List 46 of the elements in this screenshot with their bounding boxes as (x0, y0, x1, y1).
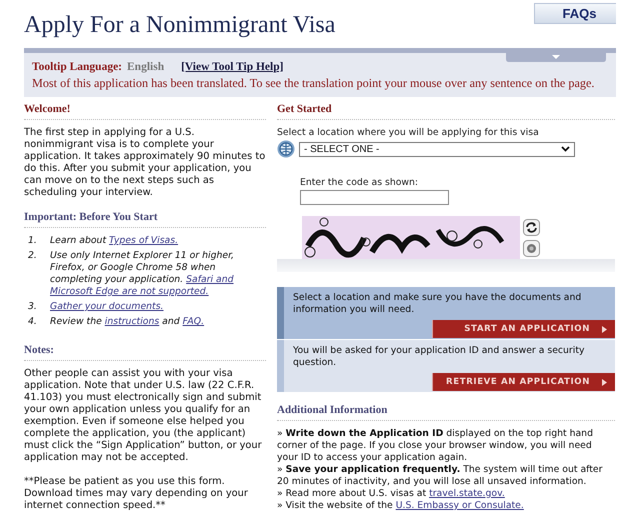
step-text: Use only Internet Explorer 11 or higher, Firefox, or Google Chrome 58 when completing your application. Safari and Microsoft Edge are not supported. (50, 250, 236, 298)
start-application-button[interactable]: START AN APPLICATION (432, 320, 615, 338)
link[interactable]: Safari and (186, 274, 234, 285)
tooltip-language: English (127, 61, 164, 73)
panel-text: Select a location and make sure you have the documents and information you will need. (293, 292, 582, 316)
link[interactable]: FAQ. (182, 316, 204, 327)
location-label: Select a location where you will be applying for this visa (277, 127, 540, 139)
translation-message: Most of this application has been translated. To see the translation point your mouse over any sentence on the page. (32, 76, 596, 91)
refresh-icon[interactable] (523, 219, 540, 236)
link[interactable]: travel.state.gov. (429, 488, 505, 499)
location-select[interactable]: - SELECT ONE - (299, 142, 575, 156)
step-number: 4. (28, 316, 38, 328)
caret-icon (602, 378, 607, 386)
page-title: Apply For a Nonimmigrant Visa (24, 12, 336, 39)
link[interactable]: instructions (104, 316, 160, 327)
caret-icon (602, 326, 607, 332)
tool-tip-help-link[interactable]: [View Tool Tip Help] (181, 61, 284, 73)
code-label: Enter the code as shown: (300, 177, 420, 189)
info-line: » Read more about U.S. visas at travel.state.gov. (277, 488, 506, 500)
chevron-down-icon (561, 146, 570, 152)
step-number: 3. (28, 301, 38, 313)
info-paragraph: » Save your application frequently. The system will time out after 20 minutes of inactivity, and you will lose all unsaved information. (277, 464, 604, 488)
section-heading: Additional Information (277, 404, 388, 418)
paragraph: Other people can assist you with your visa application. Note that under U.S. law (22 C.F.R. 41.103) you must electronically sign and submit your own application unless you qualify for an exemption. Even if someone else helped you complete the application, you (the applicant) must click the “Sign Application” button, or your application may not be accepted. (24, 368, 263, 464)
section-heading: Welcome! (24, 103, 72, 117)
step-text: Learn about Types of Visas. (50, 235, 178, 247)
link[interactable]: U.S. Embassy or Consulate. (396, 500, 524, 511)
link[interactable]: Microsoft Edge are not supported. (50, 286, 209, 297)
info-paragraph: » Write down the Application ID displayed on the top right hand corner of the page. If you close your browser window, you will need your ID to access your application again. (277, 428, 594, 464)
tooltip-language-label: Tooltip Language: (32, 61, 122, 73)
paragraph: The first step in applying for a U.S. nonimmigrant visa is to complete your application. It takes approximately 90 minutes to do this. After you submit your application, you can move on to the next steps such as scheduling your interview. (24, 127, 266, 199)
section-heading: Get Started (277, 103, 333, 117)
section-heading: Important: Before You Start (24, 211, 159, 225)
globe-icon (277, 140, 295, 158)
code-input-field[interactable] (300, 190, 449, 205)
step-text: Review the instructions and FAQ. (50, 316, 204, 328)
faqs-button[interactable]: FAQs (534, 3, 616, 24)
section-heading: Notes: (24, 344, 55, 358)
info-line: » Visit the website of the U.S. Embassy or Consulate. (277, 500, 525, 512)
link[interactable]: Types of Visas. (109, 235, 178, 246)
retrieve-application-button[interactable]: RETRIEVE AN APPLICATION (432, 373, 615, 391)
panel-text: You will be asked for your application ID and answer a security question. (293, 345, 586, 369)
step-number: 2. (28, 250, 38, 263)
step-number: 1. (28, 235, 38, 247)
link[interactable]: Gather your documents. (50, 301, 164, 312)
paragraph: **Please be patient as you use this form. Download times may vary depending on your internet connection speed.** (24, 476, 249, 512)
